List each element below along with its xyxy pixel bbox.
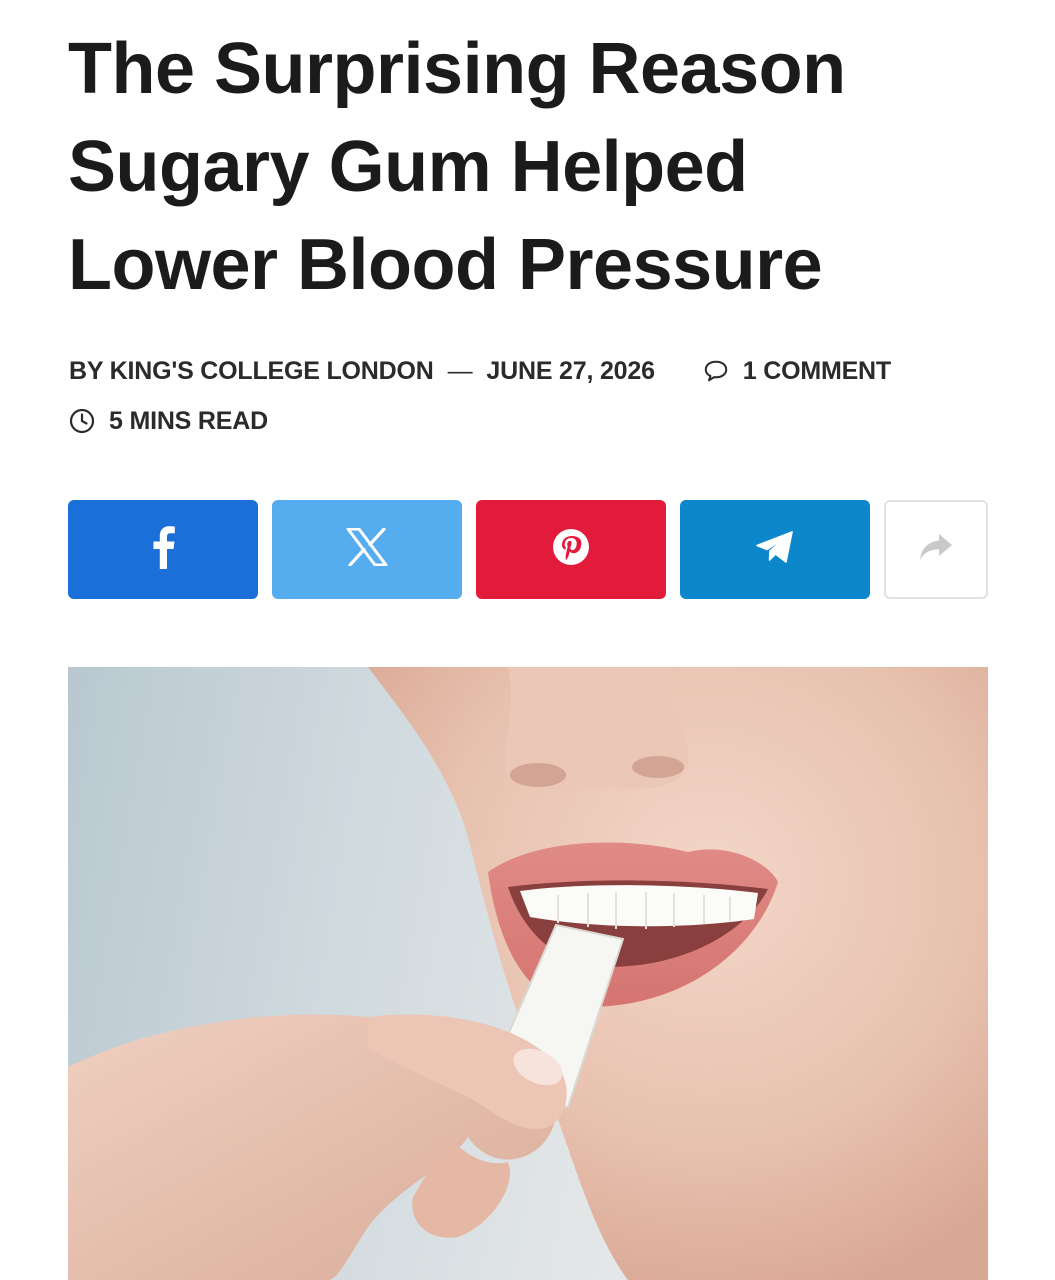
comment-count: 1 COMMENT <box>742 356 891 385</box>
share-pinterest-button[interactable] <box>476 500 666 599</box>
article-meta: BY KING'S COLLEGE LONDON — JUNE 27, 2026… <box>69 354 891 388</box>
article-title: The Surprising Reason Sugary Gum Helped … <box>68 29 846 305</box>
clock-icon <box>69 408 95 434</box>
share-bar <box>68 500 988 599</box>
pinterest-icon <box>552 528 590 571</box>
share-more-button[interactable] <box>884 500 988 599</box>
hero-image <box>68 667 988 1280</box>
read-time: 5 MINS READ <box>69 404 268 438</box>
meta-separator: — <box>447 356 473 385</box>
facebook-icon <box>150 525 176 574</box>
telegram-icon <box>755 530 795 569</box>
share-telegram-button[interactable] <box>680 500 870 599</box>
teeth <box>520 885 758 927</box>
share-facebook-button[interactable] <box>68 500 258 599</box>
comment-icon <box>703 358 729 384</box>
share-arrow-icon <box>918 532 954 567</box>
comments-link[interactable]: 1 COMMENT <box>703 357 891 386</box>
gum-photo <box>68 667 988 1280</box>
read-time-label: 5 MINS READ <box>109 406 268 435</box>
byline[interactable]: BY KING'S COLLEGE LONDON <box>69 357 434 386</box>
share-x-button[interactable] <box>272 500 462 599</box>
x-icon <box>346 527 388 571</box>
publish-date: JUNE 27, 2026 <box>486 356 655 385</box>
